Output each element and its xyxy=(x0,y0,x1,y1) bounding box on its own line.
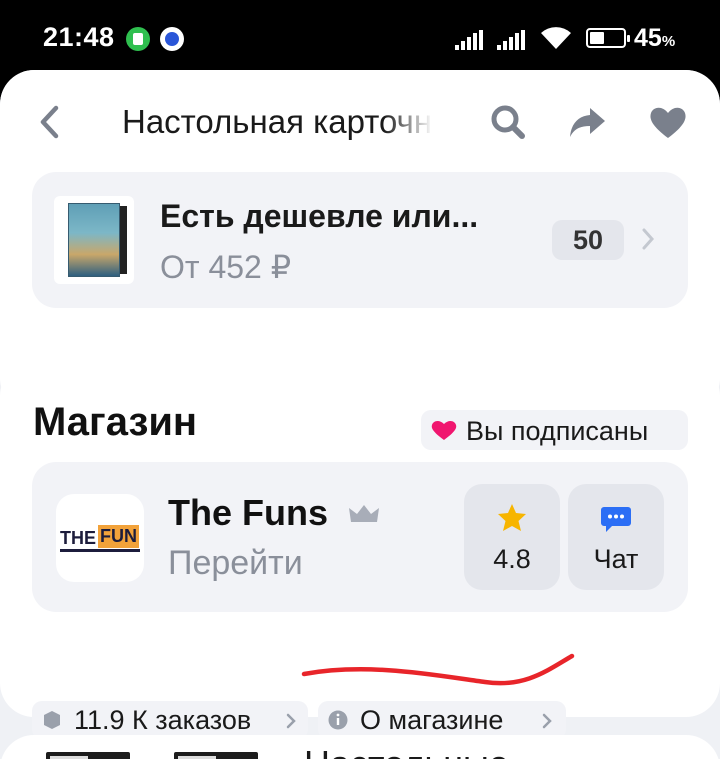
annotation-underline xyxy=(301,653,575,686)
back-arrow-icon[interactable] xyxy=(36,104,66,140)
star-icon xyxy=(498,504,526,531)
offer-price: От 452 ₽ xyxy=(160,249,292,285)
battery-charging-icon xyxy=(586,28,630,48)
store-link[interactable]: Перейти xyxy=(168,544,303,583)
about-store-label: О магазине xyxy=(360,705,504,735)
signal-sim1-icon xyxy=(455,30,487,50)
chevron-right-icon xyxy=(542,713,552,729)
box-icon xyxy=(44,711,60,729)
crown-icon xyxy=(349,505,379,522)
title-fade xyxy=(384,98,438,148)
subscribed-label: Вы подписаны xyxy=(466,416,649,446)
store-row[interactable]: THE FUN The Funs Перейти 4.8 Чат xyxy=(32,462,688,612)
store-logo: THE FUN xyxy=(56,494,144,582)
rating-button[interactable]: 4.8 xyxy=(464,484,560,590)
chevron-right-icon xyxy=(286,713,296,729)
search-icon[interactable] xyxy=(488,102,528,142)
shop-section-title: Магазин xyxy=(33,400,198,444)
vpn-shield-icon xyxy=(160,27,184,51)
chevron-right-icon xyxy=(642,228,655,250)
offer-title: Есть дешевле или... xyxy=(160,198,479,234)
wifi-icon xyxy=(541,27,571,49)
chat-label: Чат xyxy=(593,544,639,574)
heart-icon[interactable] xyxy=(648,102,688,142)
app-notification-icon xyxy=(126,27,150,51)
game-box-image xyxy=(68,203,127,277)
about-store-pill[interactable]: О магазине xyxy=(318,701,566,739)
share-icon[interactable] xyxy=(568,102,608,142)
chat-icon xyxy=(601,507,631,532)
subscribed-badge[interactable]: Вы подписаны xyxy=(421,410,688,450)
orders-count: 11.9 К заказов xyxy=(74,705,252,735)
top-app-bar: Настольная карточная игра xyxy=(0,70,720,160)
rating-value: 4.8 xyxy=(493,544,531,574)
signal-sim2-icon xyxy=(497,30,529,50)
offer-count-badge: 50 xyxy=(552,220,624,260)
related-products-card: Настольные xyxy=(0,735,720,759)
orders-pill[interactable]: 11.9 К заказов xyxy=(32,701,308,739)
status-bar: 21:48 45% xyxy=(0,0,720,74)
battery-percent: 45% xyxy=(634,24,676,52)
info-icon xyxy=(328,710,348,730)
product-thumbnail xyxy=(54,196,134,284)
related-section-title: Настольные xyxy=(304,743,509,759)
cheaper-offer-banner[interactable]: Есть дешевле или... От 452 ₽ 50 xyxy=(32,172,688,308)
chat-button[interactable]: Чат xyxy=(568,484,664,590)
heart-filled-icon xyxy=(431,421,457,440)
status-time: 21:48 xyxy=(43,22,115,52)
product-thumbnail[interactable] xyxy=(174,752,258,759)
product-thumbnail[interactable] xyxy=(46,752,130,759)
store-name: The Funs xyxy=(168,492,328,533)
